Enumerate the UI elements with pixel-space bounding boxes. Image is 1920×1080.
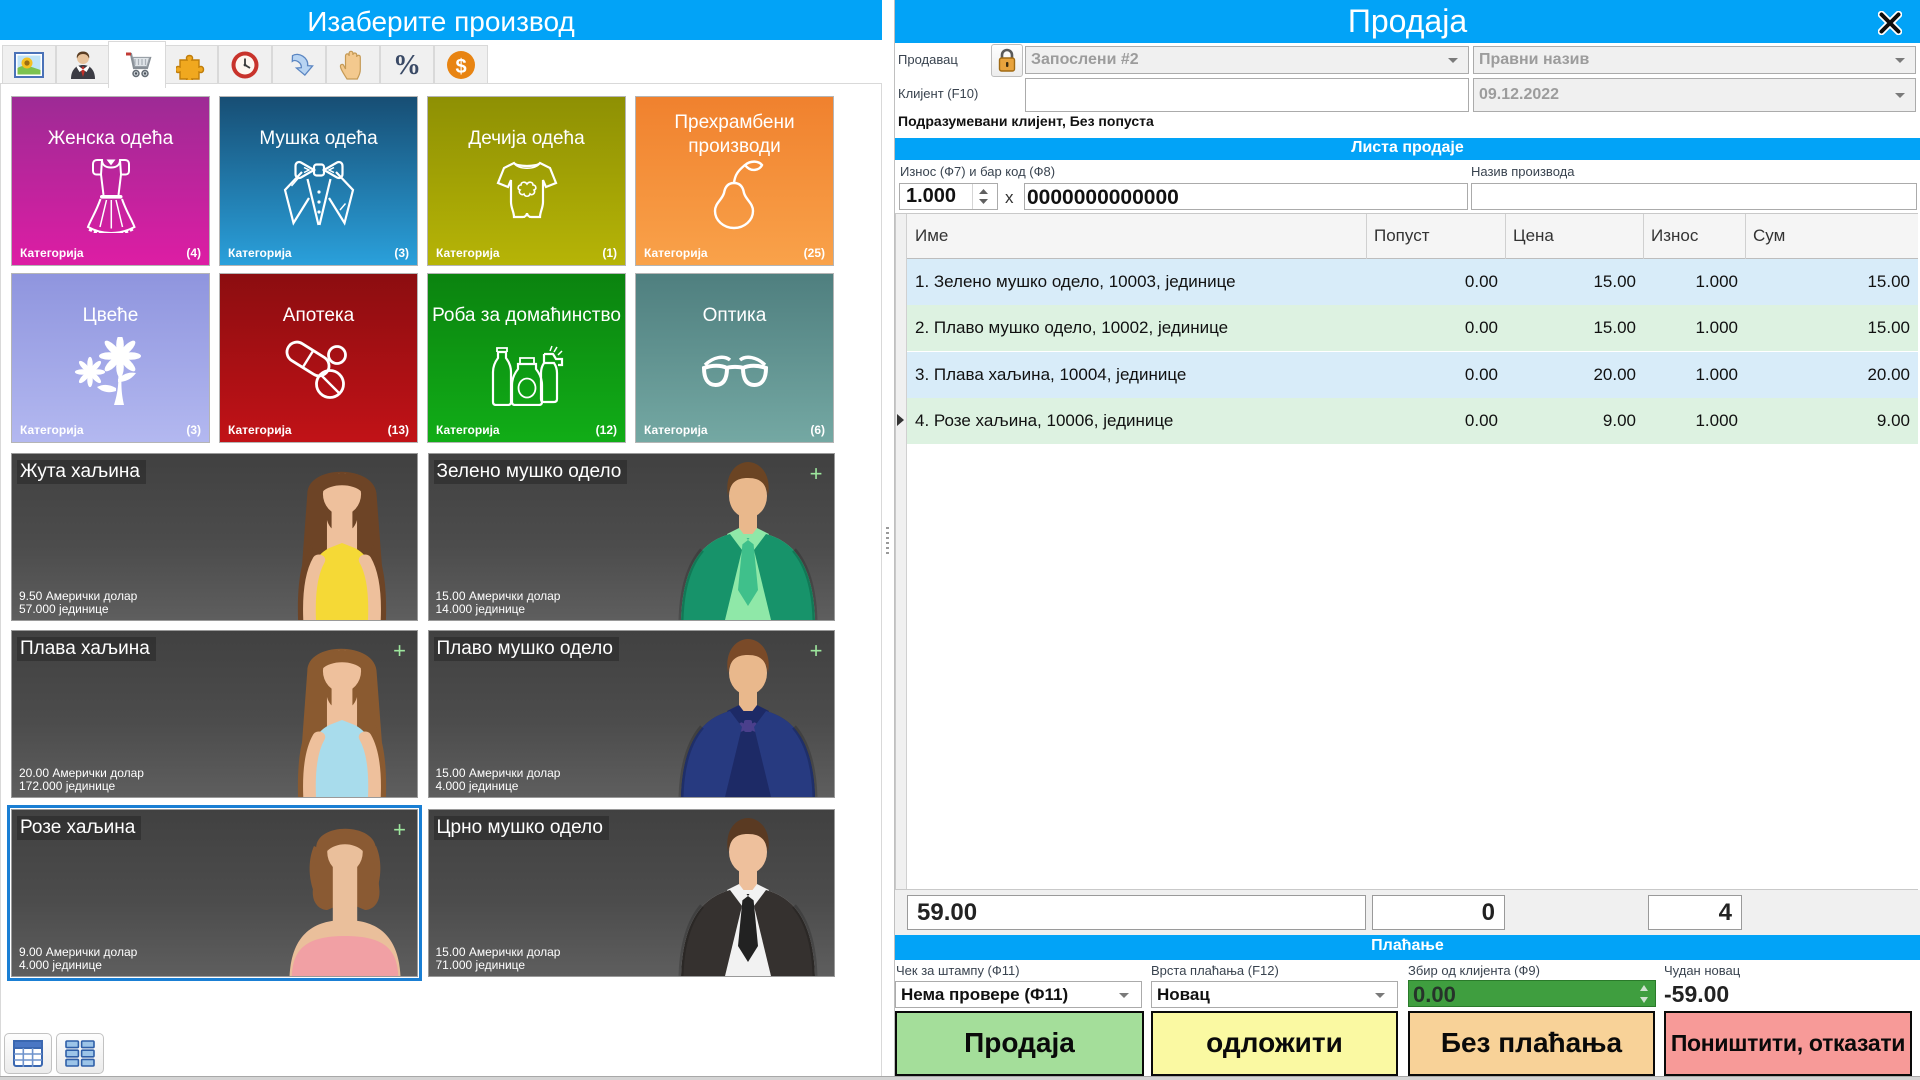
svg-text:$: $ <box>455 56 466 78</box>
svg-text:%: % <box>393 50 421 80</box>
